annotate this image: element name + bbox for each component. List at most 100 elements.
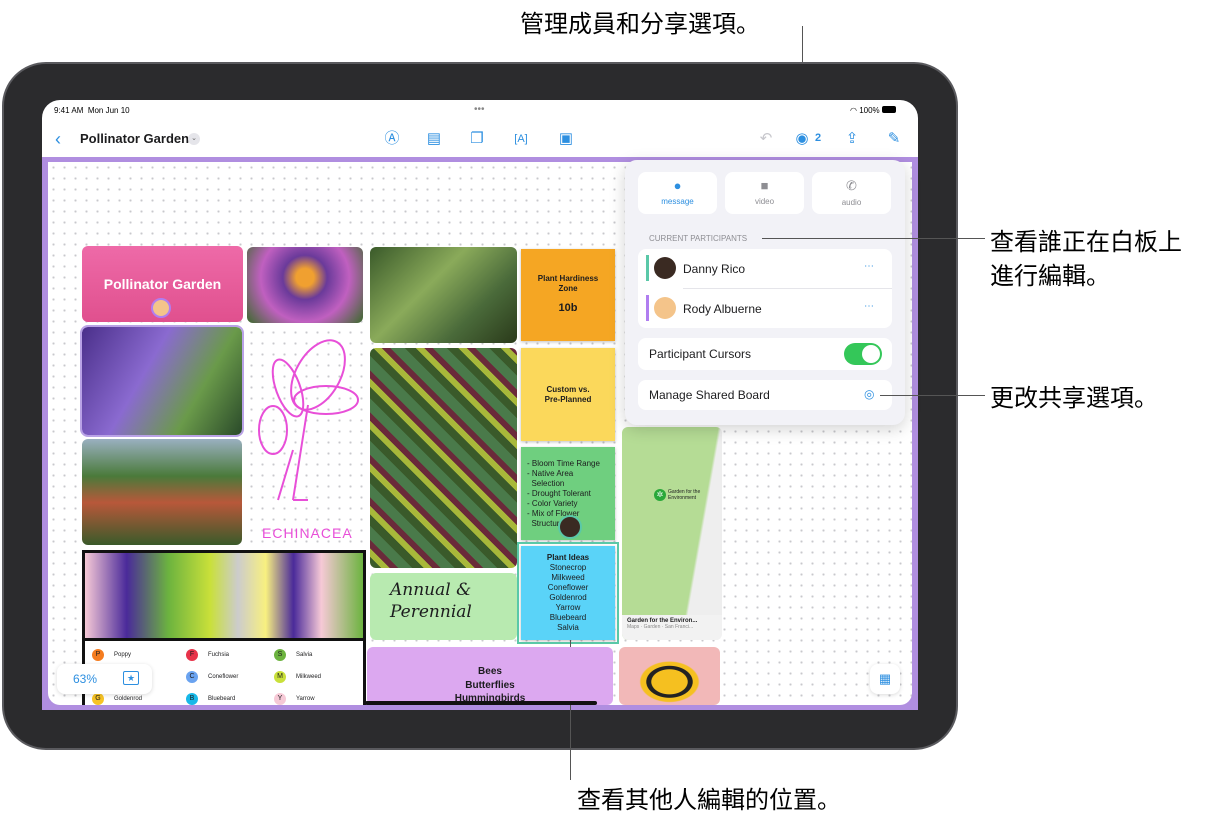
share-icon[interactable]: ⇪ bbox=[842, 129, 862, 149]
sticky-line: Goldenrod bbox=[549, 593, 587, 602]
participant-name: Rody Albuerne bbox=[683, 302, 762, 316]
status-date: Mon Jun 10 bbox=[87, 106, 130, 115]
compose-icon[interactable]: ✎ bbox=[884, 129, 904, 149]
zoom-level[interactable]: 63% bbox=[73, 672, 97, 686]
legend-item: S Salvia bbox=[274, 649, 312, 661]
board-title[interactable]: Pollinator Garden bbox=[80, 131, 189, 146]
sticky-line: Pre-Planned bbox=[544, 394, 592, 404]
rody-avatar bbox=[654, 297, 676, 319]
status-right: ◠ 100% bbox=[850, 106, 896, 115]
legend-dot: Y bbox=[274, 693, 286, 705]
legend-dot: P bbox=[92, 649, 104, 661]
legend-item: Y Yarrow bbox=[274, 693, 315, 705]
text-box-icon[interactable]: [A] bbox=[511, 129, 531, 149]
status-time: 9:41 AM bbox=[54, 106, 84, 115]
video-icon: ■ bbox=[760, 178, 769, 193]
map-card[interactable]: ✲ Garden for the Environment Garden for … bbox=[622, 427, 722, 640]
butterfly-photo[interactable] bbox=[247, 247, 363, 323]
sticky-line: Yarrow bbox=[555, 603, 581, 612]
card-line: Bees bbox=[478, 666, 502, 677]
manage-shared-board-row[interactable]: Manage Shared Board ◎ bbox=[638, 380, 892, 410]
echinacea-label: ECHINACEA bbox=[262, 525, 353, 541]
hummingbird-photo[interactable] bbox=[370, 247, 517, 343]
pen-icon[interactable]: Ⓐ bbox=[382, 129, 402, 149]
living-wall-photo[interactable] bbox=[370, 348, 517, 568]
participant-cursors-toggle[interactable] bbox=[844, 343, 882, 365]
salvia-photo[interactable] bbox=[80, 325, 244, 437]
battery-level: 100% bbox=[859, 106, 880, 115]
media-icon[interactable]: ▣ bbox=[556, 129, 576, 149]
more-options-icon[interactable]: ⋯ bbox=[864, 301, 874, 312]
map-pin-icon: ✲ bbox=[654, 489, 666, 501]
danny-cursor-avatar bbox=[558, 515, 582, 539]
status-bar: 9:41 AM Mon Jun 10 bbox=[54, 106, 130, 115]
annotation-change-sharing: 更改共享選項。 bbox=[990, 385, 1158, 412]
collaborate-icon[interactable]: ◉ bbox=[792, 129, 812, 149]
audio-label: audio bbox=[841, 198, 862, 207]
card-line: Butterflies bbox=[465, 679, 515, 691]
map-pin-label: Garden for the Environment bbox=[668, 489, 701, 501]
garden-plan-drawing[interactable] bbox=[82, 550, 366, 641]
legend-label: Bluebeard bbox=[208, 696, 236, 702]
video-button[interactable]: ■ video bbox=[725, 172, 804, 214]
legend-label: Milkweed bbox=[296, 674, 322, 680]
grass-photo[interactable] bbox=[82, 439, 242, 545]
multitasking-dots-icon[interactable]: ••• bbox=[474, 104, 485, 115]
audio-button[interactable]: ✆ audio bbox=[812, 172, 891, 214]
sticky-line: Salvia bbox=[557, 623, 579, 632]
sticky-line: Coneflower bbox=[547, 583, 589, 592]
legend-item: B Bluebeard bbox=[186, 693, 235, 705]
undo-icon[interactable]: ↶ bbox=[756, 129, 776, 149]
phone-icon: ✆ bbox=[846, 178, 857, 193]
back-chevron-icon[interactable]: ‹ bbox=[48, 129, 68, 149]
sticky-line: Stonecrop bbox=[549, 563, 587, 572]
legend-dot: F bbox=[186, 649, 198, 661]
legend-label: Coneflower bbox=[208, 674, 239, 680]
annotation-cursor-location: 查看其他人編輯的位置。 bbox=[577, 787, 841, 814]
more-options-icon[interactable]: ⋯ bbox=[864, 261, 874, 272]
sticky-line: - Bloom Time Range bbox=[527, 458, 600, 468]
message-icon: ● bbox=[673, 178, 682, 193]
legend-dot: G bbox=[92, 693, 104, 705]
legend-dot: C bbox=[186, 671, 198, 683]
legend-label: Yarrow bbox=[296, 696, 315, 702]
legend-dot: M bbox=[274, 671, 286, 683]
sticky-line: - Color Variety bbox=[527, 498, 578, 508]
annual-perennial-note[interactable]: Annual & Perennial bbox=[370, 573, 517, 640]
favorite-view-icon[interactable]: ★ bbox=[123, 671, 139, 685]
sticky-line: Plant Ideas bbox=[546, 553, 590, 562]
sticky-line: Bluebeard bbox=[549, 613, 587, 622]
manage-sharing-icon: ◎ bbox=[864, 387, 875, 401]
sticky-hardiness-zone[interactable]: Plant Hardiness Zone 10b bbox=[521, 249, 615, 341]
legend-item: C Coneflower bbox=[186, 671, 238, 683]
message-button[interactable]: ● message bbox=[638, 172, 717, 214]
manage-shared-board-label: Manage Shared Board bbox=[649, 388, 770, 402]
battery-icon bbox=[881, 106, 896, 113]
collaboration-popover: ● message ■ video ✆ audio CURRENT PARTICIPA… bbox=[625, 160, 905, 425]
participant-count[interactable]: 2 bbox=[815, 132, 821, 144]
legend-item: P Poppy bbox=[92, 649, 131, 661]
sticky-custom-preplanned[interactable]: Custom vs. Pre-Planned bbox=[521, 348, 615, 441]
title-dropdown-icon[interactable]: ⌄ bbox=[188, 133, 200, 145]
legend-item: F Fuchsia bbox=[186, 649, 229, 661]
video-label: video bbox=[754, 197, 775, 206]
annotation-participants-2: 進行編輯。 bbox=[990, 263, 1110, 290]
sticky-line: - Drought Tolerant bbox=[527, 488, 591, 498]
rody-cursor-avatar bbox=[151, 298, 171, 318]
home-indicator[interactable] bbox=[365, 701, 597, 705]
note-icon[interactable]: ▤ bbox=[424, 129, 444, 149]
participant-cursors-row: Participant Cursors bbox=[638, 338, 892, 370]
callout-line bbox=[880, 395, 985, 396]
legend-label: Poppy bbox=[114, 652, 132, 658]
bee-image[interactable] bbox=[619, 647, 720, 705]
echinacea-drawing[interactable] bbox=[248, 330, 363, 545]
legend-label: Salvia bbox=[296, 652, 313, 658]
legend-dot: B bbox=[186, 693, 198, 705]
grid-icon[interactable]: ▦ bbox=[870, 664, 900, 694]
zoom-control: 63% ★ bbox=[57, 664, 152, 694]
shapes-icon[interactable]: ❐ bbox=[467, 129, 487, 149]
pollinators-card[interactable]: Bees Butterflies Hummingbirds bbox=[367, 647, 613, 705]
legend-label: Goldenrod bbox=[114, 696, 143, 702]
sticky-plant-ideas[interactable]: Plant Ideas Stonecrop Milkweed Coneflower Go… bbox=[517, 542, 619, 644]
participants-section-label: CURRENT PARTICIPANTS bbox=[649, 234, 748, 243]
